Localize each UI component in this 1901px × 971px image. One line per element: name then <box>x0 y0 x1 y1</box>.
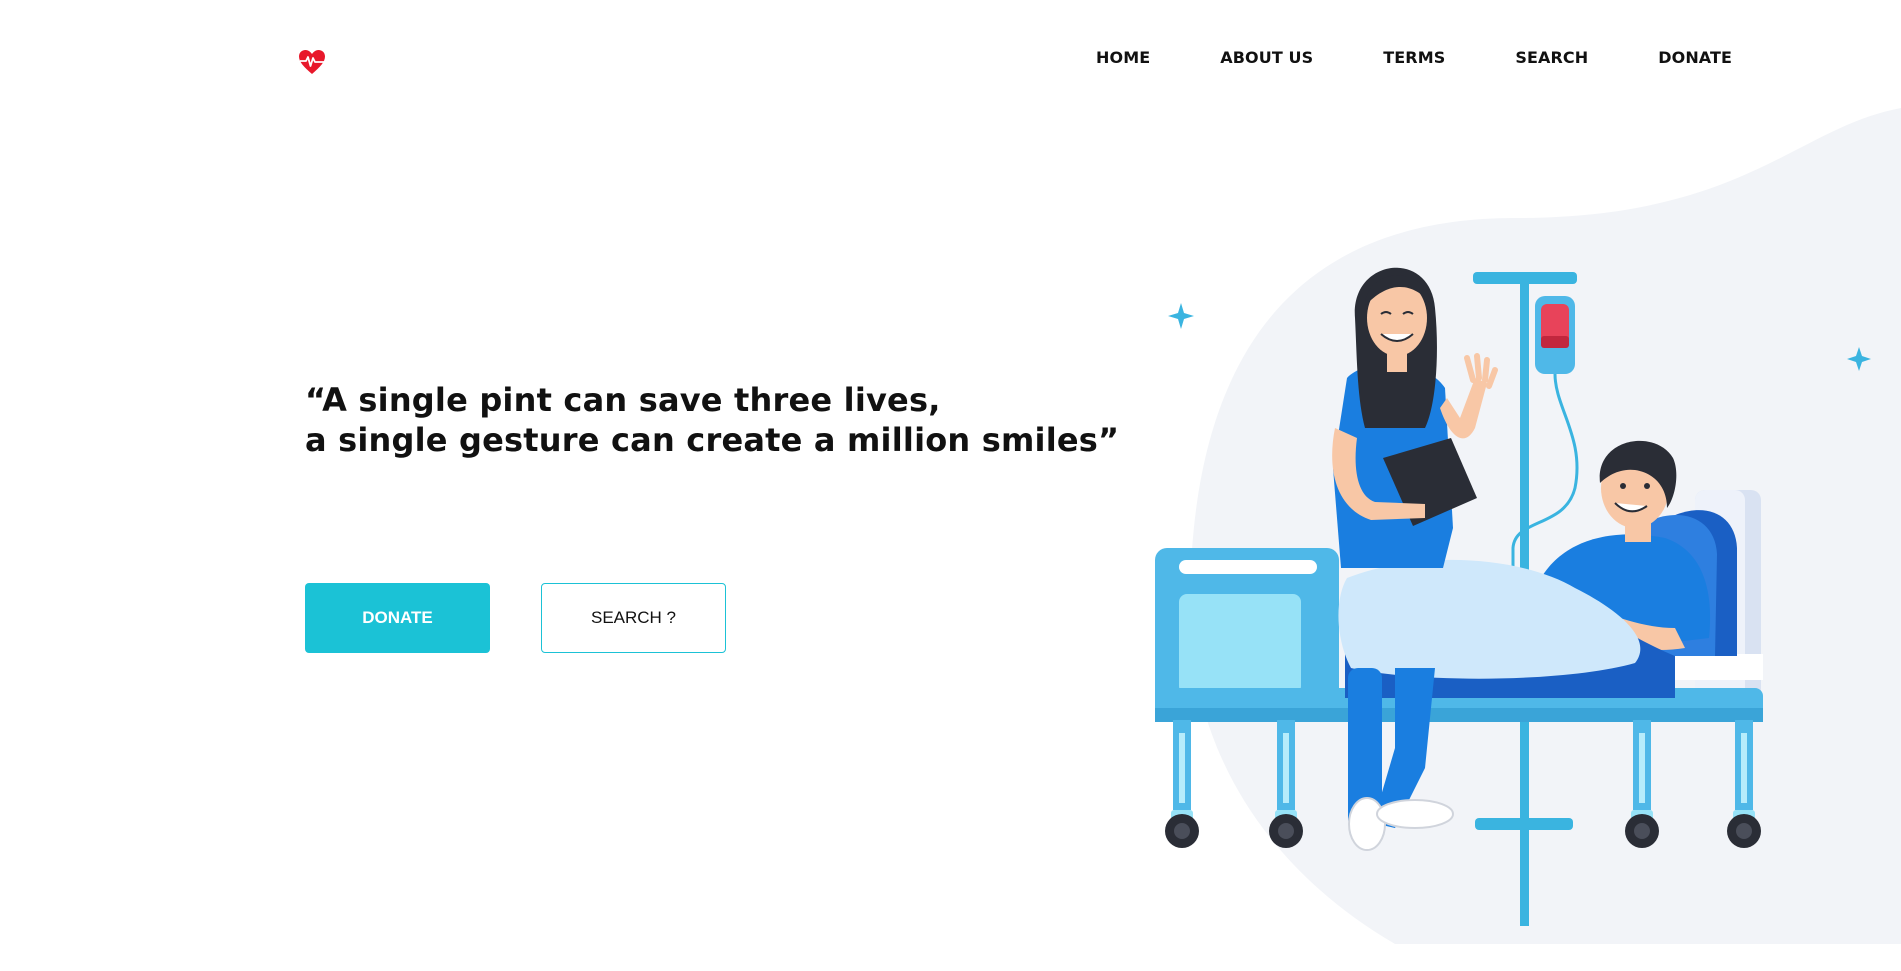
nav-search[interactable]: SEARCH <box>1515 48 1588 67</box>
hero-quote-line-1: “A single pint can save three lives, <box>305 381 941 419</box>
nav-home[interactable]: HOME <box>1096 48 1150 67</box>
nurse-patient-illustration <box>1155 108 1901 944</box>
main-nav: HOME ABOUT US TERMS SEARCH DONATE <box>1096 48 1732 67</box>
nav-about-us[interactable]: ABOUT US <box>1220 48 1313 67</box>
page: HOME ABOUT US TERMS SEARCH DONATE “A sin… <box>0 0 1901 971</box>
sparkle-icon <box>1168 303 1194 329</box>
hero-quote: “A single pint can save three lives, a s… <box>305 380 1119 460</box>
logo[interactable] <box>298 49 326 75</box>
donate-button[interactable]: DONATE <box>305 583 490 653</box>
header: HOME ABOUT US TERMS SEARCH DONATE <box>0 0 1901 110</box>
search-button[interactable]: SEARCH ? <box>541 583 726 653</box>
nav-donate[interactable]: DONATE <box>1658 48 1732 67</box>
nav-terms[interactable]: TERMS <box>1383 48 1445 67</box>
hero-quote-line-2: a single gesture can create a million sm… <box>305 421 1120 459</box>
heart-pulse-icon <box>299 50 325 74</box>
